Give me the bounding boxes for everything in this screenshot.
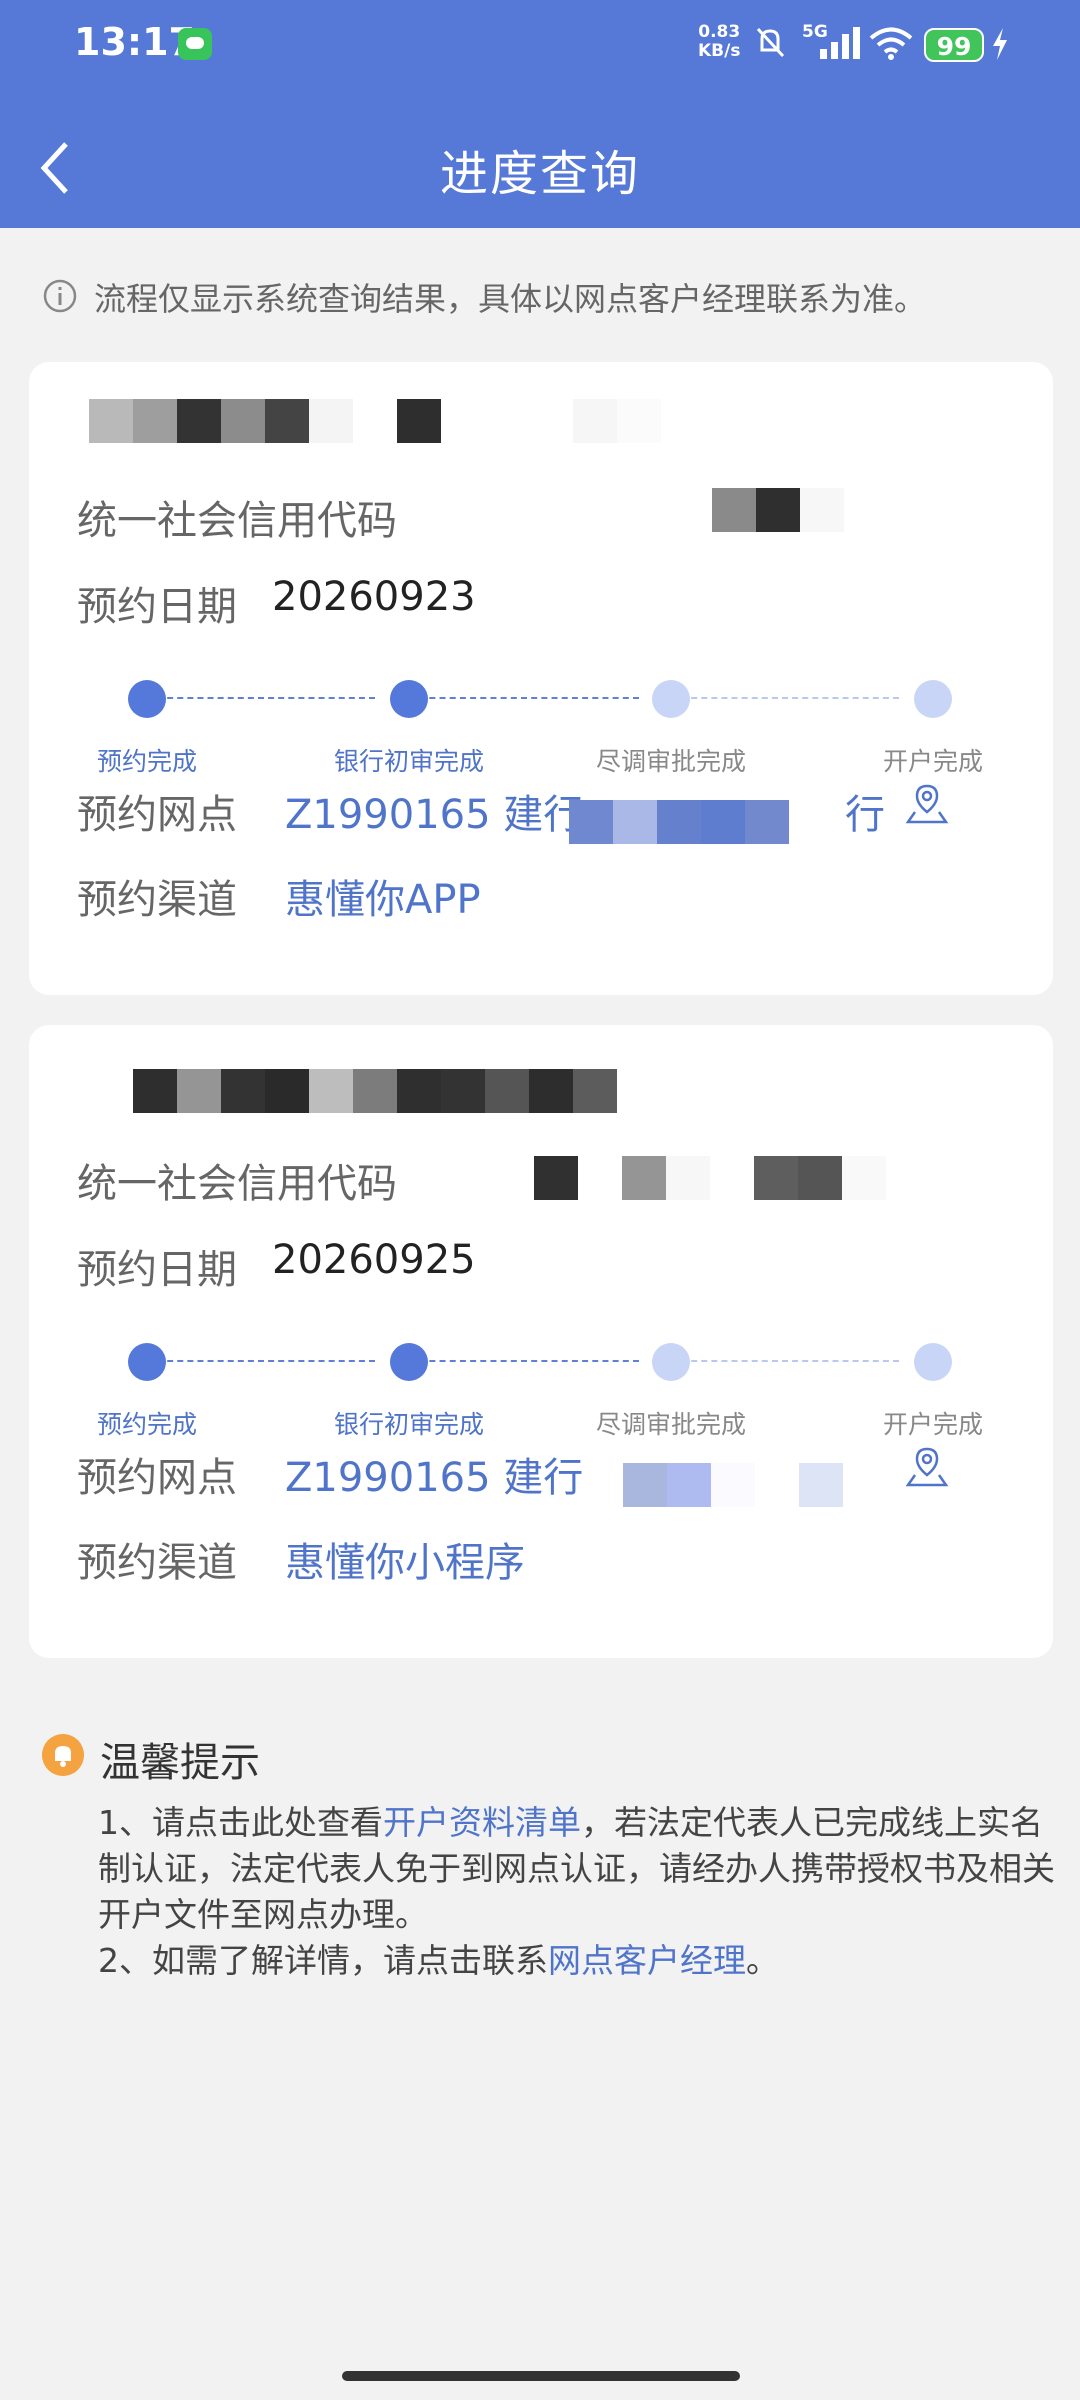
step-label-4: 开户完成 — [882, 1410, 983, 1439]
step-dot-4 — [914, 680, 952, 718]
step-dot-1 — [128, 680, 166, 718]
battery-indicator: 99 — [924, 28, 984, 62]
appointment-date: 20260923 — [272, 574, 476, 620]
redacted-credit-code — [534, 1156, 886, 1200]
branch-value-suffix: 行 — [845, 792, 885, 838]
info-icon — [43, 279, 77, 313]
page-title: 进度查询 — [439, 146, 640, 202]
progress-steps: 预约完成 银行初审完成 尽调审批完成 开户完成 — [29, 656, 1053, 776]
wechat-notification-icon — [178, 28, 212, 60]
location-icon[interactable] — [905, 1445, 949, 1489]
branch-manager-link[interactable]: 网点客户经理 — [548, 1941, 746, 1980]
channel-label: 预约渠道 — [77, 877, 237, 923]
progress-steps: 预约完成 银行初审完成 尽调审批完成 开户完成 — [29, 1319, 1053, 1439]
tip-1-text: 1、请点击此处查看 — [98, 1803, 383, 1842]
step-label-3: 尽调审批完成 — [595, 747, 746, 776]
step-label-2: 银行初审完成 — [333, 747, 484, 776]
step-dot-3 — [652, 680, 690, 718]
notice-banner: 流程仅显示系统查询结果，具体以网点客户经理联系为准。 — [42, 272, 1042, 322]
step-dot-2 — [390, 1343, 428, 1381]
step-label-1: 预约完成 — [96, 747, 197, 776]
step-label-1: 预约完成 — [96, 1410, 197, 1439]
header-bar: 13:17 0.83 KB/s 5G 99 进度查询 — [0, 0, 1080, 228]
redacted-company-name — [89, 399, 661, 443]
tip-2-text: 2、如需了解详情，请点击联系 — [98, 1941, 548, 1980]
bell-icon — [42, 1734, 84, 1776]
wifi-icon — [869, 27, 913, 60]
step-dot-3 — [652, 1343, 690, 1381]
branch-label: 预约网点 — [77, 1455, 237, 1501]
tip-item-1: 1、请点击此处查看开户资料清单，若法定代表人已完成线上实名制认证，法定代表人免于… — [98, 1800, 1058, 1938]
tips-content: 1、请点击此处查看开户资料清单，若法定代表人已完成线上实名制认证，法定代表人免于… — [98, 1800, 1058, 1984]
step-label-4: 开户完成 — [882, 747, 983, 776]
tips-title: 温馨提示 — [100, 1740, 260, 1786]
channel-label: 预约渠道 — [77, 1540, 237, 1586]
step-label-2: 银行初审完成 — [333, 1410, 484, 1439]
application-card[interactable]: 统一社会信用代码 预约日期 20260923 预约完成 银行初审完成 尽调审批完… — [29, 362, 1053, 995]
application-card[interactable]: 统一社会信用代码 预约日期 20260925 预约完成 银行初审完成 尽调审批完… — [29, 1025, 1053, 1658]
branch-value[interactable]: Z1990165 建行 — [285, 1445, 583, 1503]
date-label: 预约日期 — [77, 1247, 237, 1293]
home-indicator[interactable] — [342, 2371, 740, 2381]
date-label: 预约日期 — [77, 584, 237, 630]
redacted-branch-name — [569, 800, 789, 844]
branch-value[interactable]: Z1990165 建行 — [285, 782, 583, 840]
status-time: 13:17 — [74, 20, 195, 64]
tip-item-2: 2、如需了解详情，请点击联系网点客户经理。 — [98, 1938, 1058, 1984]
step-dot-1 — [128, 1343, 166, 1381]
step-label-3: 尽调审批完成 — [595, 1410, 746, 1439]
channel-value: 惠懂你APP — [285, 877, 481, 923]
step-dot-2 — [390, 680, 428, 718]
location-icon[interactable] — [905, 782, 949, 826]
branch-label: 预约网点 — [77, 792, 237, 838]
net-speed-unit: KB/s — [698, 41, 741, 61]
redacted-branch-name — [623, 1463, 843, 1507]
credit-code-label: 统一社会信用代码 — [77, 1161, 397, 1207]
net-speed: 0.83 KB/s — [698, 23, 740, 61]
redacted-credit-code — [712, 488, 844, 532]
step-dot-4 — [914, 1343, 952, 1381]
tip-2-text-after: 。 — [746, 1941, 779, 1980]
redacted-company-name — [133, 1069, 617, 1113]
appointment-date: 20260925 — [272, 1237, 476, 1283]
notice-text: 流程仅显示系统查询结果，具体以网点客户经理联系为准。 — [94, 280, 927, 318]
status-bar: 13:17 0.83 KB/s 5G 99 — [0, 0, 1080, 90]
net-speed-value: 0.83 — [698, 22, 741, 42]
charging-icon — [993, 28, 1007, 60]
signal-icon — [820, 27, 860, 59]
channel-value: 惠懂你小程序 — [285, 1540, 525, 1586]
credit-code-label: 统一社会信用代码 — [77, 498, 397, 544]
account-materials-link[interactable]: 开户资料清单 — [383, 1803, 581, 1842]
mute-icon — [752, 24, 788, 69]
